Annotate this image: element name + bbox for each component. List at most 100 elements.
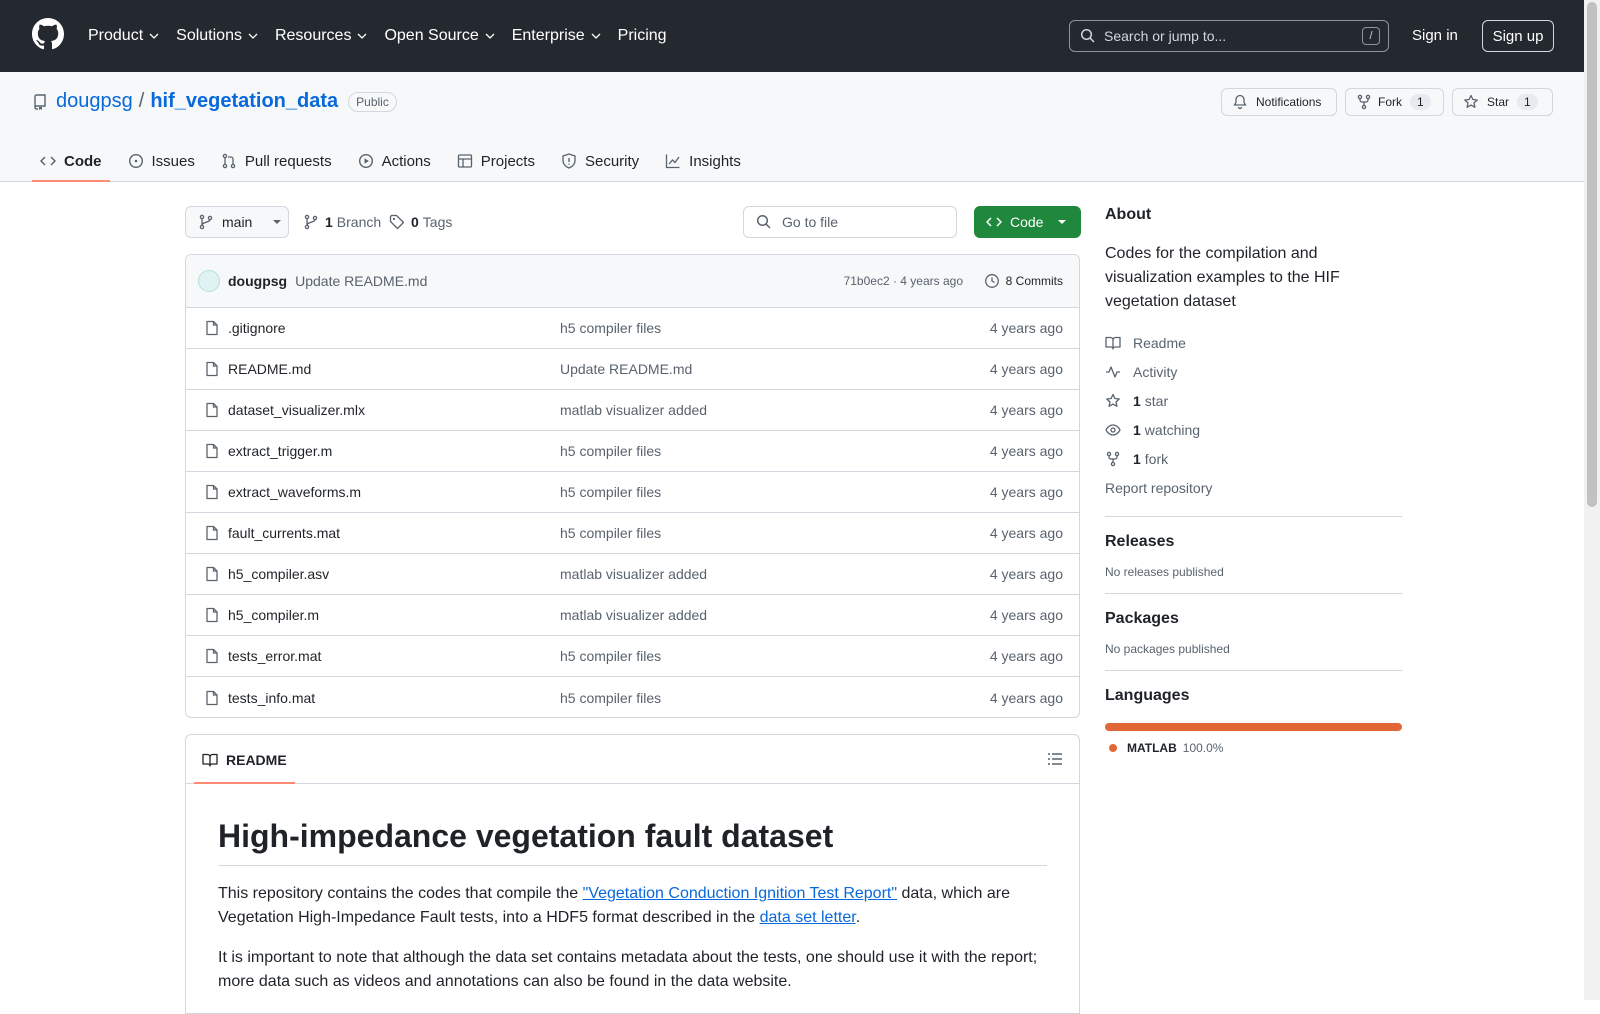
divider <box>1105 670 1402 671</box>
readme-tab[interactable]: README <box>194 735 295 784</box>
file-commit-message-link[interactable]: h5 compiler files <box>560 690 661 706</box>
report-repository-link[interactable]: Report repository <box>1105 473 1402 502</box>
list-icon[interactable] <box>1047 751 1063 767</box>
nav-resources[interactable]: Resources <box>275 27 368 45</box>
search-icon <box>756 214 771 229</box>
book-icon <box>1105 336 1121 350</box>
file-icon <box>204 484 220 500</box>
data-set-letter-link[interactable]: data set letter <box>760 909 856 926</box>
file-commit-message-link[interactable]: matlab visualizer added <box>560 402 707 418</box>
file-icon <box>204 361 220 377</box>
file-commit-message-link[interactable]: h5 compiler files <box>560 525 661 541</box>
file-commit-message-link[interactable]: matlab visualizer added <box>560 607 707 623</box>
scrollbar-thumb[interactable] <box>1587 2 1597 507</box>
report-link[interactable]: "Vegetation Conduction Ignition Test Rep… <box>583 885 897 902</box>
star-count: 1 <box>1517 94 1538 110</box>
table-icon <box>457 154 472 168</box>
repo-title: dougpsg / hif_vegetation_data Public <box>32 90 397 113</box>
file-name-link[interactable]: README.md <box>228 361 311 377</box>
nav-product[interactable]: Product <box>88 27 160 45</box>
repo-name-link[interactable]: hif_vegetation_data <box>150 90 338 113</box>
repo-icon <box>34 93 46 110</box>
chevron-down-icon <box>485 33 495 39</box>
sign-up-button[interactable]: Sign up <box>1482 20 1554 52</box>
file-name-link[interactable]: tests_error.mat <box>228 648 321 664</box>
nav-pricing[interactable]: Pricing <box>618 27 667 45</box>
commit-sha-time[interactable]: 71b0ec2 · 4 years ago <box>844 274 963 288</box>
tab-projects[interactable]: Projects <box>449 140 543 182</box>
commit-author-link[interactable]: dougpsg <box>228 273 287 289</box>
activity-link[interactable]: Activity <box>1105 357 1402 386</box>
branches-link[interactable]: 1 Branch <box>303 214 381 230</box>
releases-heading[interactable]: Releases <box>1105 533 1402 551</box>
file-row: README.md Update README.md 4 years ago <box>186 349 1079 390</box>
tab-issues[interactable]: Issues <box>120 140 203 182</box>
go-to-file-input[interactable]: Go to file <box>743 206 957 238</box>
file-commit-age: 4 years ago <box>989 320 1063 336</box>
file-name-link[interactable]: extract_trigger.m <box>228 443 332 459</box>
search-input[interactable]: Search or jump to... / <box>1069 20 1389 52</box>
branch-select-button[interactable]: main <box>185 206 289 238</box>
eye-icon <box>1105 423 1121 436</box>
file-name-link[interactable]: h5_compiler.asv <box>228 566 329 582</box>
play-icon <box>358 153 373 169</box>
tag-count: 0 <box>411 214 419 230</box>
file-commit-age: 4 years ago <box>989 484 1063 500</box>
latest-commit-bar: dougpsg Update README.md 71b0ec2 · 4 yea… <box>186 255 1079 308</box>
file-name-link[interactable]: dataset_visualizer.mlx <box>228 402 365 418</box>
forks-link[interactable]: 1 fork <box>1105 444 1402 473</box>
watchers-link[interactable]: 1 watching <box>1105 415 1402 444</box>
file-commit-message-link[interactable]: matlab visualizer added <box>560 566 707 582</box>
tab-pull-requests[interactable]: Pull requests <box>213 140 340 182</box>
languages-heading: Languages <box>1105 687 1190 704</box>
github-logo-icon[interactable] <box>32 18 64 50</box>
file-commit-age: 4 years ago <box>989 689 1063 706</box>
file-commit-message-link[interactable]: h5 compiler files <box>560 320 661 336</box>
tab-security[interactable]: Security <box>553 140 647 182</box>
commits-history-link[interactable]: 8 Commits <box>984 273 1063 289</box>
stars-link[interactable]: 1 star <box>1105 386 1402 415</box>
fork-button[interactable]: Fork 1 <box>1345 88 1444 116</box>
file-commit-message-link[interactable]: Update README.md <box>560 361 692 377</box>
nav-open-source[interactable]: Open Source <box>384 27 495 45</box>
file-commit-message-link[interactable]: h5 compiler files <box>560 443 661 459</box>
star-icon <box>1106 393 1120 407</box>
main-nav: Product Solutions Resources Open Source … <box>88 0 683 72</box>
packages-heading[interactable]: Packages <box>1105 610 1402 628</box>
file-icon <box>204 443 220 459</box>
avatar[interactable] <box>198 270 220 292</box>
readme-panel: README High-impedance vegetation fault d… <box>185 734 1080 1014</box>
readme-body: High-impedance vegetation fault dataset … <box>186 818 1079 994</box>
notifications-button[interactable]: Notifications <box>1221 88 1337 116</box>
nav-enterprise[interactable]: Enterprise <box>512 27 602 45</box>
file-name-link[interactable]: .gitignore <box>228 320 286 336</box>
page-scrollbar[interactable] <box>1584 0 1600 1000</box>
readme-link[interactable]: Readme <box>1105 328 1402 357</box>
file-commit-message-link[interactable]: h5 compiler files <box>560 648 661 664</box>
sign-in-link[interactable]: Sign in <box>1412 27 1458 44</box>
commit-message-link[interactable]: Update README.md <box>295 273 427 289</box>
file-name-link[interactable]: fault_currents.mat <box>228 525 340 541</box>
tab-actions[interactable]: Actions <box>350 140 439 182</box>
code-dropdown-button[interactable]: Code <box>974 206 1081 238</box>
file-name-link[interactable]: h5_compiler.m <box>228 607 319 623</box>
tab-insights[interactable]: Insights <box>657 140 749 182</box>
file-row: extract_trigger.m h5 compiler files 4 year… <box>186 431 1079 472</box>
repo-owner-link[interactable]: dougpsg <box>56 90 133 113</box>
tab-code[interactable]: Code <box>32 140 110 182</box>
branch-count: 1 <box>325 214 333 230</box>
language-item-matlab[interactable]: MATLAB 100.0% <box>1105 741 1402 755</box>
file-commit-message-link[interactable]: h5 compiler files <box>560 484 661 500</box>
caret-down-icon <box>273 220 282 224</box>
branch-name: main <box>222 214 253 230</box>
history-icon <box>984 274 999 288</box>
file-name-link[interactable]: extract_waveforms.m <box>228 484 361 500</box>
file-name-link[interactable]: tests_info.mat <box>228 690 315 706</box>
tag-icon <box>389 214 405 230</box>
pulse-icon <box>1106 365 1120 378</box>
star-button[interactable]: Star 1 <box>1452 88 1553 116</box>
tags-link[interactable]: 0 Tags <box>389 214 452 230</box>
branch-icon <box>304 214 318 230</box>
file-row: tests_info.mat h5 compiler files 4 years a… <box>186 677 1079 717</box>
nav-solutions[interactable]: Solutions <box>176 27 259 45</box>
